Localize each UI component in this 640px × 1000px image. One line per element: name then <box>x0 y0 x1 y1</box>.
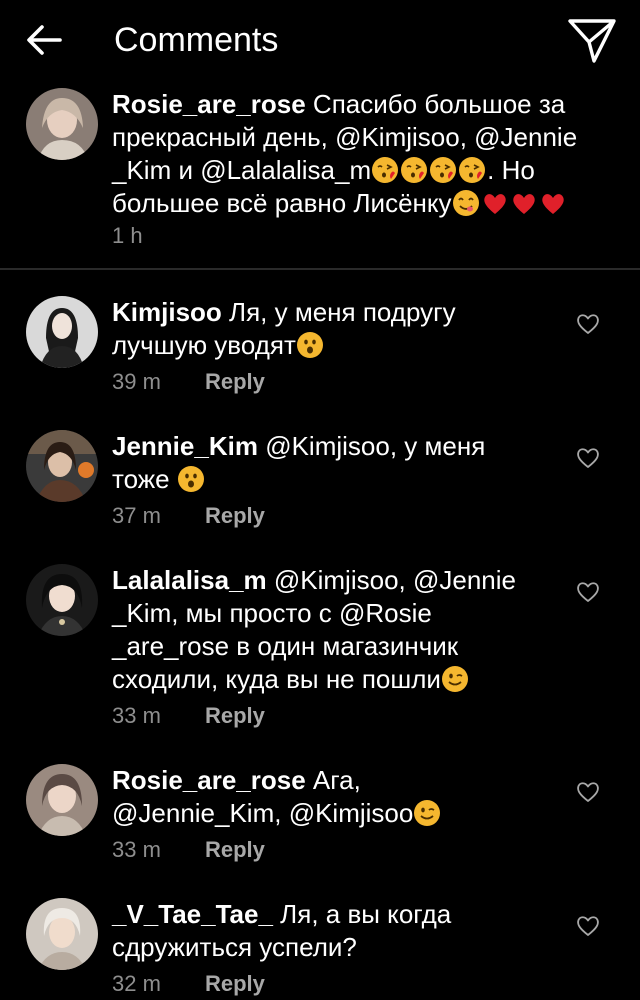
timestamp: 1 h <box>112 223 143 248</box>
comment-text: Rosie_are_rose Ага, @Jennie_Kim, @Kimjis… <box>112 764 532 830</box>
timestamp: 39 m <box>112 369 161 394</box>
comment-meta: 33 m Reply <box>112 702 265 730</box>
face-savoring-food-emoji <box>452 189 480 217</box>
caption-text: Rosie_are_rose Спасибо большое за прекра… <box>112 88 632 220</box>
back-button[interactable] <box>22 18 66 62</box>
comment-meta: 39 m Reply <box>112 368 265 396</box>
avatar[interactable] <box>26 764 98 836</box>
timestamp: 32 m <box>112 971 161 996</box>
divider <box>0 268 640 270</box>
comment-text: _V_Tae_Tae_ Ля, а вы когда сдружиться ус… <box>112 898 532 964</box>
face-blowing-kiss-emoji <box>429 156 457 184</box>
caption-meta: 1 h <box>112 222 143 250</box>
username[interactable]: Rosie_are_rose <box>112 765 306 795</box>
timestamp: 33 m <box>112 703 161 728</box>
paper-plane-icon <box>568 19 616 63</box>
username[interactable]: Jennie_Kim <box>112 431 258 461</box>
username[interactable]: Rosie_are_rose <box>112 89 306 119</box>
heart-outline-icon[interactable] <box>575 310 601 336</box>
caption-post: Rosie_are_rose Спасибо большое за прекра… <box>0 80 640 270</box>
red-heart-emoji <box>481 189 509 217</box>
comment-meta: 32 m Reply <box>112 970 265 998</box>
face-blowing-kiss-emoji <box>400 156 428 184</box>
page-title: Comments <box>114 21 279 59</box>
hushed-face-emoji <box>177 465 205 493</box>
heart-outline-icon[interactable] <box>575 912 601 938</box>
face-blowing-kiss-emoji <box>458 156 486 184</box>
reply-button[interactable]: Reply <box>205 502 265 530</box>
heart-outline-icon[interactable] <box>575 578 601 604</box>
winking-face-emoji <box>413 799 441 827</box>
avatar[interactable] <box>26 88 98 160</box>
red-heart-emoji <box>510 189 538 217</box>
avatar[interactable] <box>26 430 98 502</box>
face-blowing-kiss-emoji <box>371 156 399 184</box>
timestamp: 33 m <box>112 837 161 862</box>
top-bar: Comments <box>0 0 640 80</box>
username[interactable]: Lalalalisa_m <box>112 565 267 595</box>
comment-meta: 33 m Reply <box>112 836 265 864</box>
reply-button[interactable]: Reply <box>205 836 265 864</box>
winking-face-emoji <box>441 665 469 693</box>
hushed-face-emoji <box>296 331 324 359</box>
avatar[interactable] <box>26 898 98 970</box>
comment-text: Lalalalisa_m @Kimjisoo, @Jennie _Kim, мы… <box>112 564 532 696</box>
red-heart-emoji <box>539 189 567 217</box>
send-button[interactable] <box>564 14 620 66</box>
reply-button[interactable]: Reply <box>205 970 265 998</box>
username[interactable]: _V_Tae_Tae_ <box>112 899 273 929</box>
heart-outline-icon[interactable] <box>575 778 601 804</box>
avatar[interactable] <box>26 564 98 636</box>
comment-text: Kimjisoo Ля, у меня подругу лучшую уводя… <box>112 296 532 362</box>
reply-button[interactable]: Reply <box>205 368 265 396</box>
comment-meta: 37 m Reply <box>112 502 265 530</box>
reply-button[interactable]: Reply <box>205 702 265 730</box>
comment-text: Jennie_Kim @Kimjisoo, у меня тоже <box>112 430 532 496</box>
heart-outline-icon[interactable] <box>575 444 601 470</box>
avatar[interactable] <box>26 296 98 368</box>
arrow-left-icon <box>27 25 62 55</box>
username[interactable]: Kimjisoo <box>112 297 222 327</box>
timestamp: 37 m <box>112 503 161 528</box>
